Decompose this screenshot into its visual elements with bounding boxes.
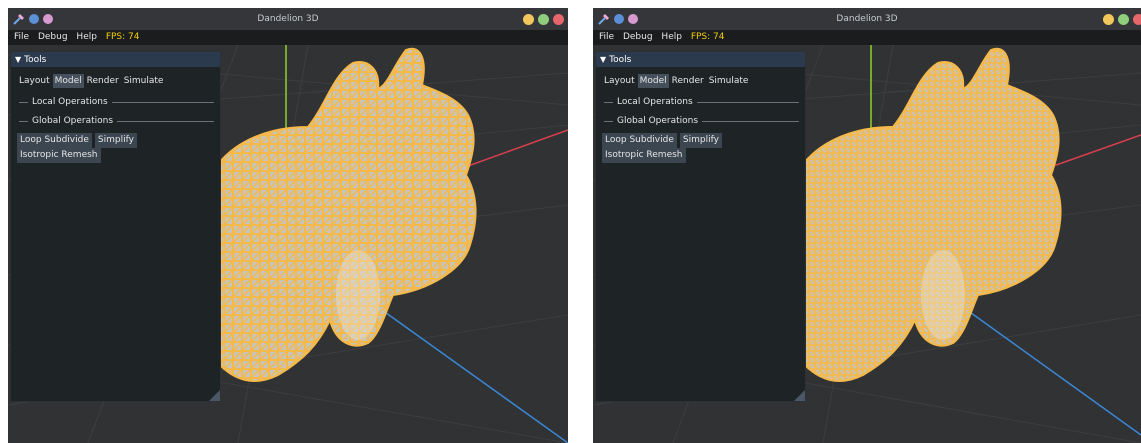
menu-file[interactable]: File bbox=[14, 30, 29, 45]
global-operations-buttons: Loop Subdivide SimplifyIsotropic Remesh bbox=[602, 133, 805, 163]
bunny-mesh bbox=[217, 47, 477, 382]
simplify-button[interactable]: Simplify bbox=[679, 133, 722, 148]
local-operations-header[interactable]: Local Operations bbox=[602, 96, 799, 108]
local-operations-label: Local Operations bbox=[32, 96, 112, 108]
fps-counter: FPS: 74 bbox=[105, 32, 140, 42]
menu-help[interactable]: Help bbox=[76, 30, 97, 45]
tab-layout[interactable]: Layout bbox=[17, 74, 52, 88]
global-operations-label: Global Operations bbox=[32, 115, 118, 127]
tool-tabs: Layout Model Render Simulate bbox=[17, 74, 166, 88]
close-button[interactable] bbox=[1133, 14, 1141, 25]
menu-bar: File Debug Help FPS: 74 bbox=[593, 30, 1141, 45]
close-button[interactable] bbox=[553, 14, 564, 25]
tab-render[interactable]: Render bbox=[85, 74, 121, 88]
loop-subdivide-button[interactable]: Loop Subdivide bbox=[17, 133, 92, 148]
maximize-button[interactable] bbox=[538, 14, 549, 25]
simplify-button[interactable]: Simplify bbox=[94, 133, 137, 148]
section-bullet-line bbox=[604, 102, 613, 103]
global-operations-buttons: Loop Subdivide SimplifyIsotropic Remesh bbox=[17, 133, 220, 163]
tools-panel-title: Tools bbox=[609, 55, 632, 65]
tools-panel: ▼ Tools Layout Model Render Simulate Local O… bbox=[10, 51, 221, 402]
tools-panel-title: Tools bbox=[24, 55, 47, 65]
local-operations-label: Local Operations bbox=[617, 96, 697, 108]
tab-simulate[interactable]: Simulate bbox=[707, 74, 751, 88]
menu-debug[interactable]: Debug bbox=[38, 30, 68, 45]
title-bar[interactable]: Dandelion 3D bbox=[8, 8, 568, 30]
minimize-button[interactable] bbox=[523, 14, 534, 25]
bunny-mesh bbox=[802, 47, 1062, 382]
tools-panel: ▼ Tools Layout Model Render Simulate Local O… bbox=[595, 51, 806, 402]
window-title: Dandelion 3D bbox=[836, 14, 898, 24]
z-axis-line bbox=[367, 299, 568, 443]
title-bar[interactable]: Dandelion 3D bbox=[593, 8, 1141, 30]
fps-counter: FPS: 74 bbox=[690, 32, 725, 42]
collapse-triangle-icon[interactable]: ▼ bbox=[600, 55, 606, 64]
global-operations-header[interactable]: Global Operations bbox=[17, 115, 214, 127]
minimize-button[interactable] bbox=[1103, 14, 1114, 25]
section-bullet-line bbox=[604, 121, 613, 122]
menu-debug[interactable]: Debug bbox=[623, 30, 653, 45]
loop-subdivide-button[interactable]: Loop Subdivide bbox=[602, 133, 677, 148]
tab-render[interactable]: Render bbox=[670, 74, 706, 88]
global-operations-header[interactable]: Global Operations bbox=[602, 115, 799, 127]
app-window-right: Dandelion 3D File Debug Help FPS: 74 ▼ T… bbox=[593, 8, 1141, 443]
tab-model[interactable]: Model bbox=[52, 74, 84, 88]
window-title: Dandelion 3D bbox=[257, 14, 319, 24]
section-bullet-line bbox=[19, 102, 28, 103]
isotropic-remesh-button[interactable]: Isotropic Remesh bbox=[602, 148, 686, 163]
resize-grip[interactable] bbox=[794, 390, 805, 401]
tool-tabs: Layout Model Render Simulate bbox=[602, 74, 751, 88]
section-bullet-line bbox=[19, 121, 28, 122]
menu-bar: File Debug Help FPS: 74 bbox=[8, 30, 568, 45]
collapse-triangle-icon[interactable]: ▼ bbox=[15, 55, 21, 64]
local-operations-header[interactable]: Local Operations bbox=[17, 96, 214, 108]
app-window-left: Dandelion 3D File Debug Help FPS: 74 ▼ T… bbox=[8, 8, 568, 443]
global-operations-label: Global Operations bbox=[617, 115, 703, 127]
menu-help[interactable]: Help bbox=[661, 30, 682, 45]
resize-grip[interactable] bbox=[209, 390, 220, 401]
tab-layout[interactable]: Layout bbox=[602, 74, 637, 88]
tools-panel-header[interactable]: ▼ Tools bbox=[596, 52, 805, 67]
maximize-button[interactable] bbox=[1118, 14, 1129, 25]
tab-model[interactable]: Model bbox=[637, 74, 669, 88]
tab-simulate[interactable]: Simulate bbox=[122, 74, 166, 88]
menu-file[interactable]: File bbox=[599, 30, 614, 45]
tools-panel-header[interactable]: ▼ Tools bbox=[11, 52, 220, 67]
isotropic-remesh-button[interactable]: Isotropic Remesh bbox=[17, 148, 101, 163]
